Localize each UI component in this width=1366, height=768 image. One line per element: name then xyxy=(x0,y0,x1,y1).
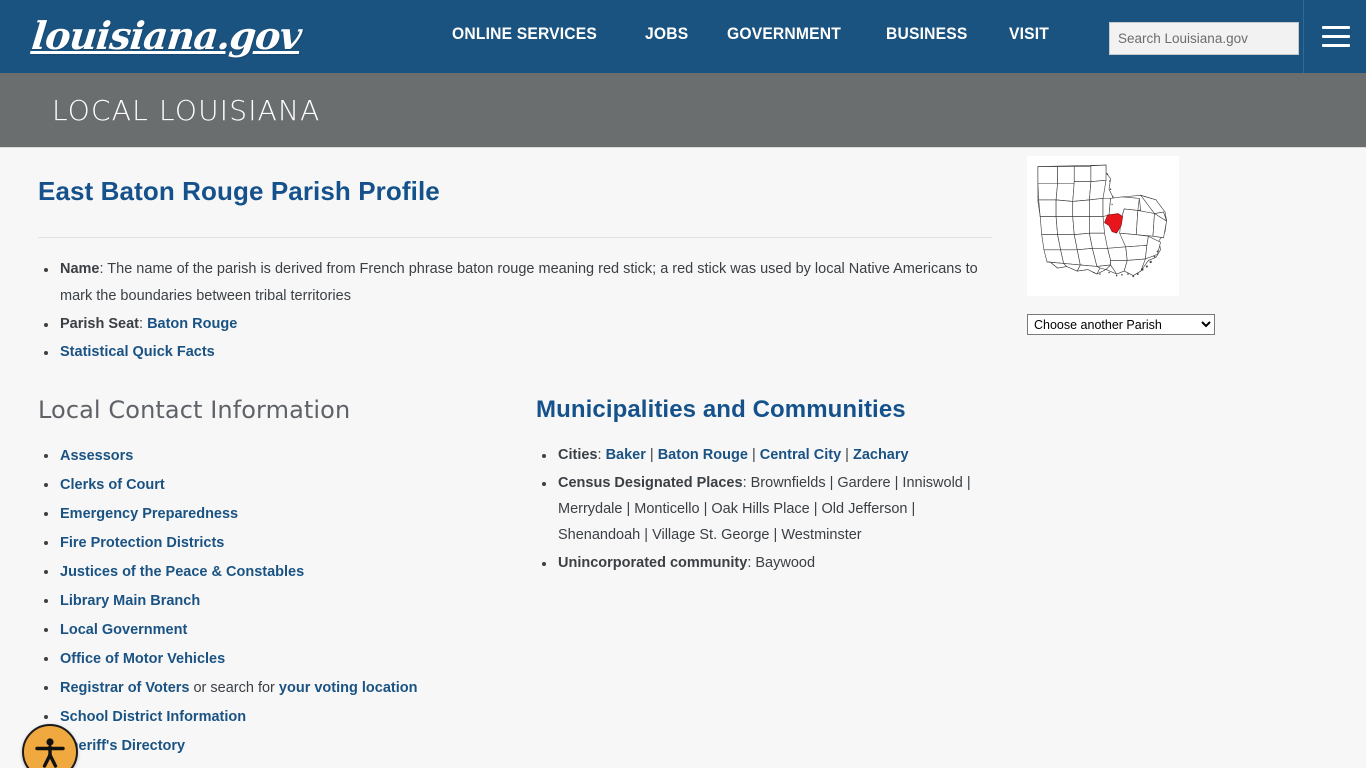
link-baton-rouge[interactable]: Baton Rouge xyxy=(147,316,237,332)
list-item: Justices of the Peace & Constables xyxy=(38,558,536,586)
city-delimiter: | xyxy=(645,447,658,463)
cdp-separator: : xyxy=(742,475,751,491)
hamburger-bar xyxy=(1322,26,1350,29)
fact-separator: : xyxy=(139,316,148,332)
list-item: Assessors xyxy=(38,442,536,470)
city-link[interactable]: Baton Rouge xyxy=(658,447,748,463)
title-divider xyxy=(38,237,992,238)
two-column-section: Local Contact Information Assessors Clerk… xyxy=(38,396,992,768)
parish-select[interactable]: Choose another Parish xyxy=(1027,314,1215,335)
nav-item-business[interactable]: BUSINESS xyxy=(886,24,967,44)
louisiana-map-svg xyxy=(1037,164,1167,278)
cdp-label: Census Designated Places xyxy=(558,475,743,491)
search-input[interactable] xyxy=(1109,22,1299,55)
unincorporated-label: Unincorporated community xyxy=(558,555,748,571)
search-container xyxy=(1109,22,1299,55)
city-link[interactable]: Central City xyxy=(760,447,841,463)
list-item: Fire Protection Districts xyxy=(38,529,536,557)
contact-link[interactable]: Local Government xyxy=(60,622,187,638)
fact-label-parish-seat: Parish Seat xyxy=(60,316,139,332)
list-item: Local Government xyxy=(38,616,536,644)
contact-link[interactable]: Sheriff's Directory xyxy=(60,738,185,754)
nav-item-jobs[interactable]: JOBS xyxy=(645,24,688,44)
hamburger-menu-icon[interactable] xyxy=(1322,26,1350,47)
cities-values: Baker | Baton Rouge | Central City | Zac… xyxy=(606,447,909,463)
list-item-cdp: Census Designated Places: Brownfields | … xyxy=(536,470,992,548)
nav-item-visit[interactable]: VISIT xyxy=(1009,24,1049,44)
louisiana-parish-map[interactable] xyxy=(1027,156,1179,296)
contact-link[interactable]: School District Information xyxy=(60,709,246,725)
list-item-unincorporated: Unincorporated community: Baywood xyxy=(536,550,992,576)
hamburger-bar xyxy=(1322,35,1350,38)
local-contact-heading: Local Contact Information xyxy=(38,396,351,424)
nav-item-government[interactable]: GOVERNMENT xyxy=(727,24,841,44)
unincorporated-values: Baywood xyxy=(755,555,816,571)
cities-separator: : xyxy=(597,447,606,463)
contact-link[interactable]: Emergency Preparedness xyxy=(60,506,238,522)
content-column: East Baton Rouge Parish Profile Name: Th… xyxy=(38,176,992,768)
list-item: Clerks of Court xyxy=(38,471,536,499)
city-link[interactable]: Zachary xyxy=(853,447,909,463)
list-item-quick-facts: Statistical Quick Facts xyxy=(38,339,992,366)
list-item-name: Name: The name of the parish is derived … xyxy=(38,256,992,310)
contact-link[interactable]: Library Main Branch xyxy=(60,593,200,609)
municipalities-list: Cities: Baker | Baton Rouge | Central Ci… xyxy=(536,442,992,576)
city-link[interactable]: Baker xyxy=(606,447,646,463)
list-item: School District Information xyxy=(38,703,536,731)
site-header: louisiana.gov ONLINE SERVICES JOBS GOVER… xyxy=(0,0,1366,73)
list-item: State Representatives or enter your addr… xyxy=(38,761,536,768)
list-item: Registrar of Voters or search for your v… xyxy=(38,674,536,702)
list-item-parish-seat: Parish Seat: Baton Rouge xyxy=(38,311,992,338)
contact-link[interactable]: Justices of the Peace & Constables xyxy=(60,564,304,580)
section-banner: LOCAL LOUISIANA xyxy=(0,73,1366,148)
municipalities-heading: Municipalities and Communities xyxy=(536,396,906,423)
hamburger-bar xyxy=(1322,44,1350,47)
main-content: East Baton Rouge Parish Profile Name: Th… xyxy=(0,148,1366,768)
contact-link[interactable]: Assessors xyxy=(60,448,133,464)
page-title: East Baton Rouge Parish Profile xyxy=(38,176,440,206)
contact-link[interactable]: Clerks of Court xyxy=(60,477,165,493)
link-statistical-quick-facts[interactable]: Statistical Quick Facts xyxy=(60,344,215,360)
primary-nav: ONLINE SERVICES JOBS GOVERNMENT BUSINESS… xyxy=(452,24,1053,44)
contact-link[interactable]: Registrar of Voters xyxy=(60,680,189,696)
nav-item-online-services[interactable]: ONLINE SERVICES xyxy=(452,24,597,44)
list-item-cities: Cities: Baker | Baton Rouge | Central Ci… xyxy=(536,442,992,468)
header-divider xyxy=(1303,0,1304,73)
municipalities-column: Municipalities and Communities Cities: B… xyxy=(536,396,992,768)
contact-link[interactable]: Fire Protection Districts xyxy=(60,535,224,551)
local-contact-list: Assessors Clerks of Court Emergency Prepar… xyxy=(38,442,536,768)
list-item: Library Main Branch xyxy=(38,587,536,615)
header-inner: louisiana.gov ONLINE SERVICES JOBS GOVER… xyxy=(0,0,1366,73)
list-item: Sheriff's Directory xyxy=(38,732,536,760)
local-contact-column: Local Contact Information Assessors Clerk… xyxy=(38,396,536,768)
banner-title: LOCAL LOUISIANA xyxy=(52,93,321,127)
list-item: Office of Motor Vehicles xyxy=(38,645,536,673)
list-item: Emergency Preparedness xyxy=(38,500,536,528)
cities-label: Cities xyxy=(558,447,598,463)
accessibility-glyph xyxy=(35,738,65,768)
site-logo[interactable]: louisiana.gov xyxy=(29,8,304,64)
contact-link[interactable]: Office of Motor Vehicles xyxy=(60,651,225,667)
city-delimiter: | xyxy=(841,447,853,463)
contact-connector: or search for xyxy=(189,680,279,696)
sidebar: Choose another Parish xyxy=(1027,156,1227,335)
contact-link-secondary[interactable]: your voting location xyxy=(279,680,418,696)
city-delimiter: | xyxy=(747,447,760,463)
fact-text-name: The name of the parish is derived from F… xyxy=(60,261,978,304)
fact-label-name: Name xyxy=(60,261,100,277)
profile-facts-list: Name: The name of the parish is derived … xyxy=(38,256,992,366)
